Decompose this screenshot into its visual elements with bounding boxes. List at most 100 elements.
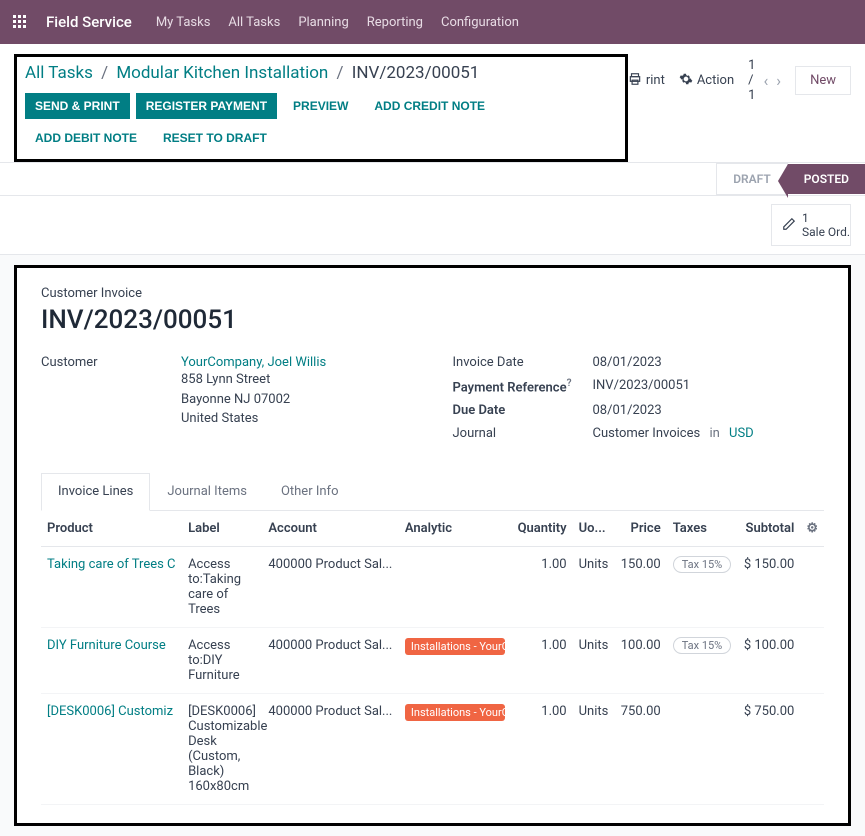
product-link[interactable]: DIY Furniture Course	[47, 638, 166, 653]
customer-address-1: 858 Lynn Street	[181, 370, 326, 390]
line-quantity[interactable]: 1.00	[511, 694, 572, 805]
col-analytic[interactable]: Analytic	[399, 511, 511, 547]
pager-next[interactable]: ›	[776, 71, 781, 90]
tab-invoice-lines[interactable]: Invoice Lines	[41, 473, 150, 511]
payment-ref-label: Payment Reference?	[453, 378, 593, 395]
breadcrumb-sep: /	[337, 63, 344, 83]
table-row[interactable]: DIY Furniture Course Access to:DIY Furnit…	[41, 628, 824, 694]
sale-order-label: Sale Ord...	[802, 225, 851, 239]
journal-label: Journal	[453, 426, 593, 441]
sale-order-count: 1	[802, 211, 809, 225]
journal-value[interactable]: Customer Invoices in USD	[593, 426, 754, 441]
column-settings-icon[interactable]: ⚙	[806, 521, 818, 536]
print-icon[interactable]	[628, 72, 642, 90]
pager-text: 1 / 1	[748, 58, 755, 103]
line-subtotal[interactable]: $ 150.00	[738, 547, 801, 628]
table-row[interactable]: Taking care of Trees C Access to:Taking c…	[41, 547, 824, 628]
payment-ref[interactable]: INV/2023/00051	[593, 378, 691, 393]
customer-name[interactable]: YourCompany, Joel Willis	[181, 355, 326, 370]
col-price[interactable]: Price	[615, 511, 667, 547]
line-analytic[interactable]: Installations - YourCom	[399, 694, 511, 805]
nav-my-tasks[interactable]: My Tasks	[156, 15, 211, 30]
analytic-pill[interactable]: Installations - YourCom	[405, 704, 505, 721]
nav-reporting[interactable]: Reporting	[367, 15, 423, 30]
topbar: Field Service My Tasks All Tasks Plannin…	[0, 0, 865, 44]
app-title[interactable]: Field Service	[46, 13, 132, 31]
analytic-pill[interactable]: Installations - YourCom	[405, 638, 505, 655]
reset-to-draft-button[interactable]: RESET TO DRAFT	[153, 125, 277, 151]
tab-other-info[interactable]: Other Info	[264, 473, 356, 510]
line-price[interactable]: 100.00	[615, 628, 667, 694]
invoice-lines-table: Product Label Account Analytic Quantity …	[41, 511, 824, 805]
nav-all-tasks[interactable]: All Tasks	[228, 15, 280, 30]
line-label[interactable]: [DESK0006] Customizable Desk (Custom, Bl…	[182, 694, 262, 805]
line-account[interactable]: 400000 Product Sal...	[262, 628, 399, 694]
col-subtotal[interactable]: Subtotal	[738, 511, 801, 547]
send-print-button[interactable]: SEND & PRINT	[25, 93, 130, 119]
breadcrumb-mid[interactable]: Modular Kitchen Installation	[116, 63, 328, 83]
help-sup[interactable]: ?	[567, 378, 572, 389]
col-taxes[interactable]: Taxes	[667, 511, 738, 547]
line-quantity[interactable]: 1.00	[511, 628, 572, 694]
action-label: Action	[697, 73, 734, 88]
breadcrumb-root[interactable]: All Tasks	[25, 63, 93, 83]
due-date[interactable]: 08/01/2023	[593, 403, 662, 418]
sale-order-button[interactable]: 1 Sale Ord...	[771, 204, 851, 246]
line-taxes[interactable]: Tax 15%	[667, 628, 738, 694]
status-bar: DRAFT POSTED	[0, 163, 865, 196]
button-row: SEND & PRINT REGISTER PAYMENT PREVIEW AD…	[25, 93, 617, 151]
col-quantity[interactable]: Quantity	[511, 511, 572, 547]
currency[interactable]: USD	[729, 426, 754, 441]
action-button[interactable]: Action	[679, 72, 734, 90]
line-label[interactable]: Access to:DIY Furniture	[182, 628, 262, 694]
col-uom[interactable]: Uo...	[573, 511, 615, 547]
line-analytic[interactable]: Installations - YourCom	[399, 628, 511, 694]
breadcrumb-current: INV/2023/00051	[352, 63, 480, 83]
customer-address-3: United States	[181, 409, 326, 429]
table-row[interactable]: [DESK0006] Customiz [DESK0006] Customizab…	[41, 694, 824, 805]
apps-icon[interactable]	[12, 14, 28, 30]
col-product[interactable]: Product	[41, 511, 182, 547]
tab-journal-items[interactable]: Journal Items	[150, 473, 264, 510]
print-label-partial: rint	[646, 73, 665, 88]
tax-pill[interactable]: Tax 15%	[673, 556, 732, 573]
line-quantity[interactable]: 1.00	[511, 547, 572, 628]
pager-prev[interactable]: ‹	[763, 71, 768, 90]
product-link[interactable]: [DESK0006] Customiz	[47, 704, 173, 719]
line-price[interactable]: 750.00	[615, 694, 667, 805]
breadcrumb: All Tasks / Modular Kitchen Installation…	[25, 63, 617, 83]
status-posted[interactable]: POSTED	[788, 164, 865, 194]
line-taxes[interactable]	[667, 694, 738, 805]
nav-configuration[interactable]: Configuration	[441, 15, 519, 30]
line-account[interactable]: 400000 Product Sal...	[262, 694, 399, 805]
line-uom[interactable]: Units	[573, 547, 615, 628]
info-col-right: Invoice Date 08/01/2023 Payment Referenc…	[453, 355, 825, 449]
breadcrumb-block: All Tasks / Modular Kitchen Installation…	[14, 54, 628, 162]
nav-planning[interactable]: Planning	[298, 15, 348, 30]
col-label[interactable]: Label	[182, 511, 262, 547]
line-taxes[interactable]: Tax 15%	[667, 547, 738, 628]
product-link[interactable]: Taking care of Trees C	[47, 557, 176, 572]
add-credit-note-button[interactable]: ADD CREDIT NOTE	[364, 93, 495, 119]
line-uom[interactable]: Units	[573, 694, 615, 805]
register-payment-button[interactable]: REGISTER PAYMENT	[136, 93, 277, 119]
line-subtotal[interactable]: $ 750.00	[738, 694, 801, 805]
invoice-heading-small: Customer Invoice	[41, 286, 824, 301]
line-analytic[interactable]	[399, 547, 511, 628]
info-grid: Customer YourCompany, Joel Willis 858 Ly…	[41, 355, 824, 449]
line-uom[interactable]: Units	[573, 628, 615, 694]
tax-pill[interactable]: Tax 15%	[673, 637, 732, 654]
col-account[interactable]: Account	[262, 511, 399, 547]
invoice-date[interactable]: 08/01/2023	[593, 355, 662, 370]
line-price[interactable]: 150.00	[615, 547, 667, 628]
new-button[interactable]: New	[795, 66, 851, 95]
line-label[interactable]: Access to:Taking care of Trees	[182, 547, 262, 628]
breadcrumb-sep: /	[101, 63, 108, 83]
gear-icon	[679, 72, 693, 90]
add-debit-note-button[interactable]: ADD DEBIT NOTE	[25, 125, 147, 151]
preview-button[interactable]: PREVIEW	[283, 93, 358, 119]
info-col-left: Customer YourCompany, Joel Willis 858 Ly…	[41, 355, 413, 449]
customer-label: Customer	[41, 355, 181, 370]
line-subtotal[interactable]: $ 100.00	[738, 628, 801, 694]
line-account[interactable]: 400000 Product Sal...	[262, 547, 399, 628]
